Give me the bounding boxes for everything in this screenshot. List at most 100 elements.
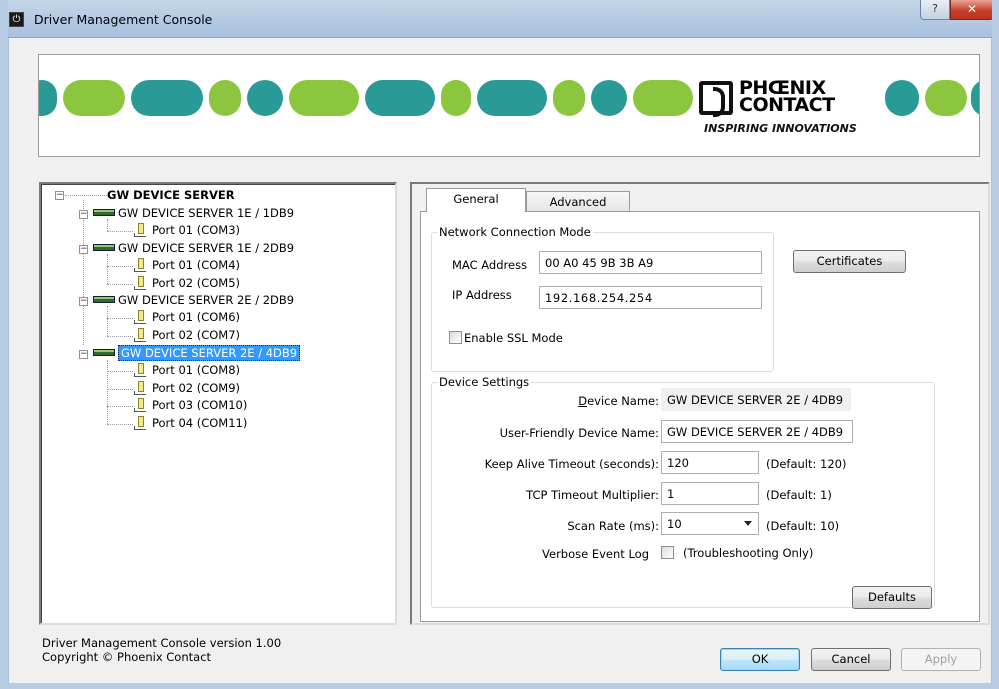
tree-port-label: Port 01 (COM6) xyxy=(152,310,241,324)
collapse-icon[interactable]: − xyxy=(79,245,88,254)
keep-alive-label: Keep Alive Timeout (seconds): xyxy=(484,457,659,471)
verbose-log-label: Verbose Event Log xyxy=(542,547,649,561)
device-tree[interactable]: − GW DEVICE SERVER − GW DEVICE SERVER 1E… xyxy=(39,182,397,625)
port-icon xyxy=(133,257,147,272)
collapse-icon[interactable]: − xyxy=(79,350,88,359)
banner-pill xyxy=(63,80,125,116)
tcp-timeout-label: TCP Timeout Multiplier: xyxy=(526,488,659,502)
banner-pill xyxy=(209,80,241,116)
ip-address-field[interactable]: 192.168.254.254 xyxy=(539,286,762,309)
tree-device[interactable]: GW DEVICE SERVER 1E / 1DB9 xyxy=(93,205,294,222)
port-icon xyxy=(133,275,147,290)
version-text: Driver Management Console version 1.00 xyxy=(42,636,282,650)
device-name-field: GW DEVICE SERVER 2E / 4DB9 xyxy=(661,388,851,411)
verbose-log-checkbox[interactable] xyxy=(661,546,674,559)
port-icon xyxy=(133,309,147,324)
apply-button[interactable]: Apply xyxy=(901,648,981,671)
version-info: Driver Management Console version 1.00 C… xyxy=(42,636,281,664)
tree-connector xyxy=(107,424,133,425)
settings-panel: General Advanced Network Connection Mode… xyxy=(410,182,990,625)
help-button[interactable]: ? xyxy=(920,0,950,20)
port-icon xyxy=(133,415,147,430)
tree-connector xyxy=(107,231,133,232)
title-bar[interactable]: ⏻ Driver Management Console ? ✕ xyxy=(0,0,999,38)
banner-pill xyxy=(131,80,203,116)
enable-ssl-checkbox[interactable] xyxy=(449,331,462,344)
verbose-log-note: (Troubleshooting Only) xyxy=(683,546,814,560)
close-button[interactable]: ✕ xyxy=(950,0,994,20)
tree-port-label: Port 01 (COM3) xyxy=(152,223,241,237)
banner-pill xyxy=(365,80,435,116)
tree-device-selected[interactable]: GW DEVICE SERVER 2E / 4DB9 xyxy=(93,345,301,362)
tree-port[interactable]: Port 01 (COM3) xyxy=(133,222,240,239)
ok-button[interactable]: OK xyxy=(720,648,800,671)
logo-mark-icon xyxy=(699,81,733,117)
logo-tagline: INSPIRING INNOVATIONS xyxy=(704,122,857,135)
banner-pill xyxy=(885,80,919,116)
tab-content-general: Network Connection Mode MAC Address 00 A… xyxy=(420,211,980,622)
copyright-text: Copyright © Phoenix Contact xyxy=(42,650,212,664)
banner-pill xyxy=(441,80,471,116)
tree-connector xyxy=(107,254,108,284)
tab-general[interactable]: General xyxy=(426,188,526,212)
banner-pill xyxy=(971,80,979,116)
banner-pill xyxy=(247,80,283,116)
tree-port[interactable]: Port 01 (COM4) xyxy=(133,257,240,274)
tree-device-label: GW DEVICE SERVER 1E / 2DB9 xyxy=(118,241,295,255)
collapse-icon[interactable]: − xyxy=(79,297,88,306)
network-group-legend: Network Connection Mode xyxy=(437,225,593,239)
tree-port[interactable]: Port 01 (COM8) xyxy=(133,362,240,379)
chevron-down-icon xyxy=(744,521,752,526)
cancel-button[interactable]: Cancel xyxy=(811,648,891,671)
tree-port-label: Port 04 (COM11) xyxy=(152,416,248,430)
tree-port-label: Port 02 (COM7) xyxy=(152,328,241,342)
tree-device[interactable]: GW DEVICE SERVER 2E / 2DB9 xyxy=(93,292,294,309)
tree-device-label: GW DEVICE SERVER 1E / 1DB9 xyxy=(118,206,295,220)
tree-port[interactable]: Port 02 (COM7) xyxy=(133,327,240,344)
tree-port[interactable]: Port 01 (COM6) xyxy=(133,309,240,326)
port-icon xyxy=(133,362,147,377)
tree-root[interactable]: GW DEVICE SERVER xyxy=(107,187,235,204)
tab-advanced[interactable]: Advanced xyxy=(526,191,630,212)
tree-connector xyxy=(107,318,133,319)
tree-connector xyxy=(107,389,133,390)
logo-text-line2: CONTACT xyxy=(739,94,835,116)
enable-ssl-label: Enable SSL Mode xyxy=(464,331,563,345)
app-icon: ⏻ xyxy=(9,12,24,27)
banner-pill xyxy=(477,80,547,116)
device-name-label: Device Name: xyxy=(578,394,659,408)
banner-pill xyxy=(925,80,967,116)
tree-device-label: GW DEVICE SERVER 2E / 2DB9 xyxy=(118,293,295,307)
tree-connector xyxy=(107,406,133,407)
window-client-area: PHŒNIX CONTACT INSPIRING INNOVATIONS − G… xyxy=(8,38,992,683)
collapse-icon[interactable]: − xyxy=(55,191,64,200)
tree-port[interactable]: Port 02 (COM5) xyxy=(133,275,240,292)
phoenix-contact-logo: PHŒNIX CONTACT xyxy=(699,79,879,119)
port-icon xyxy=(133,380,147,395)
scan-rate-dropdown[interactable]: 10 xyxy=(661,512,759,535)
device-group-legend: Device Settings xyxy=(437,375,532,389)
tcp-timeout-field[interactable]: 1 xyxy=(661,482,759,505)
keep-alive-field[interactable]: 120 xyxy=(661,451,759,474)
scan-rate-label: Scan Rate (ms): xyxy=(567,519,659,533)
tree-port-label: Port 03 (COM10) xyxy=(152,398,248,412)
tree-port[interactable]: Port 04 (COM11) xyxy=(133,415,247,432)
tree-port[interactable]: Port 02 (COM9) xyxy=(133,380,240,397)
friendly-name-field[interactable]: GW DEVICE SERVER 2E / 4DB9 xyxy=(661,420,853,443)
tree-connector xyxy=(107,266,133,267)
tree-port-label: Port 01 (COM8) xyxy=(152,363,241,377)
tree-connector xyxy=(107,371,133,372)
banner-pill xyxy=(289,80,359,116)
certificates-button[interactable]: Certificates xyxy=(793,250,906,273)
collapse-icon[interactable]: − xyxy=(79,210,88,219)
defaults-button[interactable]: Defaults xyxy=(852,586,932,609)
tree-device[interactable]: GW DEVICE SERVER 1E / 2DB9 xyxy=(93,240,294,257)
tree-port-label: Port 01 (COM4) xyxy=(152,258,241,272)
banner-pill xyxy=(553,80,585,116)
port-icon xyxy=(133,397,147,412)
tree-connector xyxy=(107,360,108,424)
tree-port[interactable]: Port 03 (COM10) xyxy=(133,397,247,414)
mac-address-field[interactable]: 00 A0 45 9B 3B A9 xyxy=(539,251,762,274)
banner-pill xyxy=(591,80,627,116)
window-title: Driver Management Console xyxy=(34,12,213,27)
